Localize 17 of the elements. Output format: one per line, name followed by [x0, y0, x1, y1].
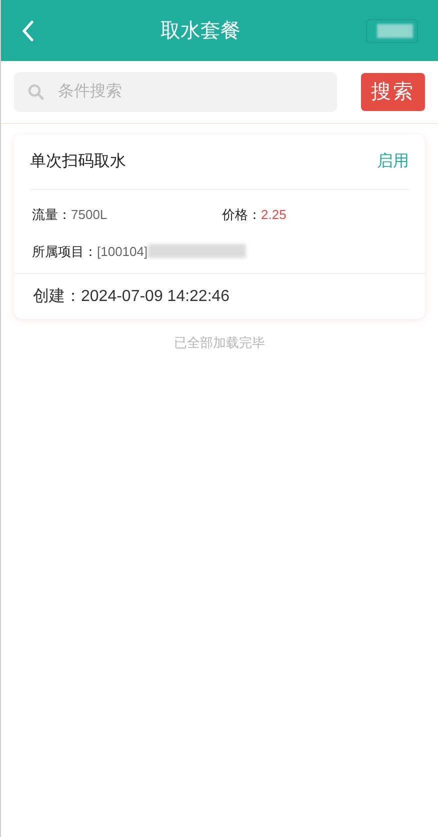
- created-label: 创建：: [33, 286, 81, 306]
- search-icon: [28, 84, 44, 100]
- project-value: [100104]: [97, 242, 148, 261]
- redacted-button[interactable]: [366, 18, 418, 42]
- status-text: 启用: [377, 152, 409, 172]
- load-complete-text: 已全部加载完毕: [174, 334, 265, 352]
- flow-value: 7500L: [71, 206, 108, 224]
- price-value: 2.25: [261, 206, 286, 224]
- page-title: 取水套餐: [160, 18, 242, 44]
- flow-label: 流量：: [32, 206, 71, 224]
- price-label: 价格：: [222, 206, 261, 224]
- project-label: 所属项目：: [32, 242, 97, 260]
- back-icon[interactable]: [21, 20, 35, 42]
- package-name: 单次扫码取水: [30, 152, 126, 172]
- search-button[interactable]: 搜索: [361, 73, 425, 111]
- created-time: 2024-07-09 14:22:46: [81, 286, 230, 306]
- search-field[interactable]: 条件搜索: [14, 72, 337, 112]
